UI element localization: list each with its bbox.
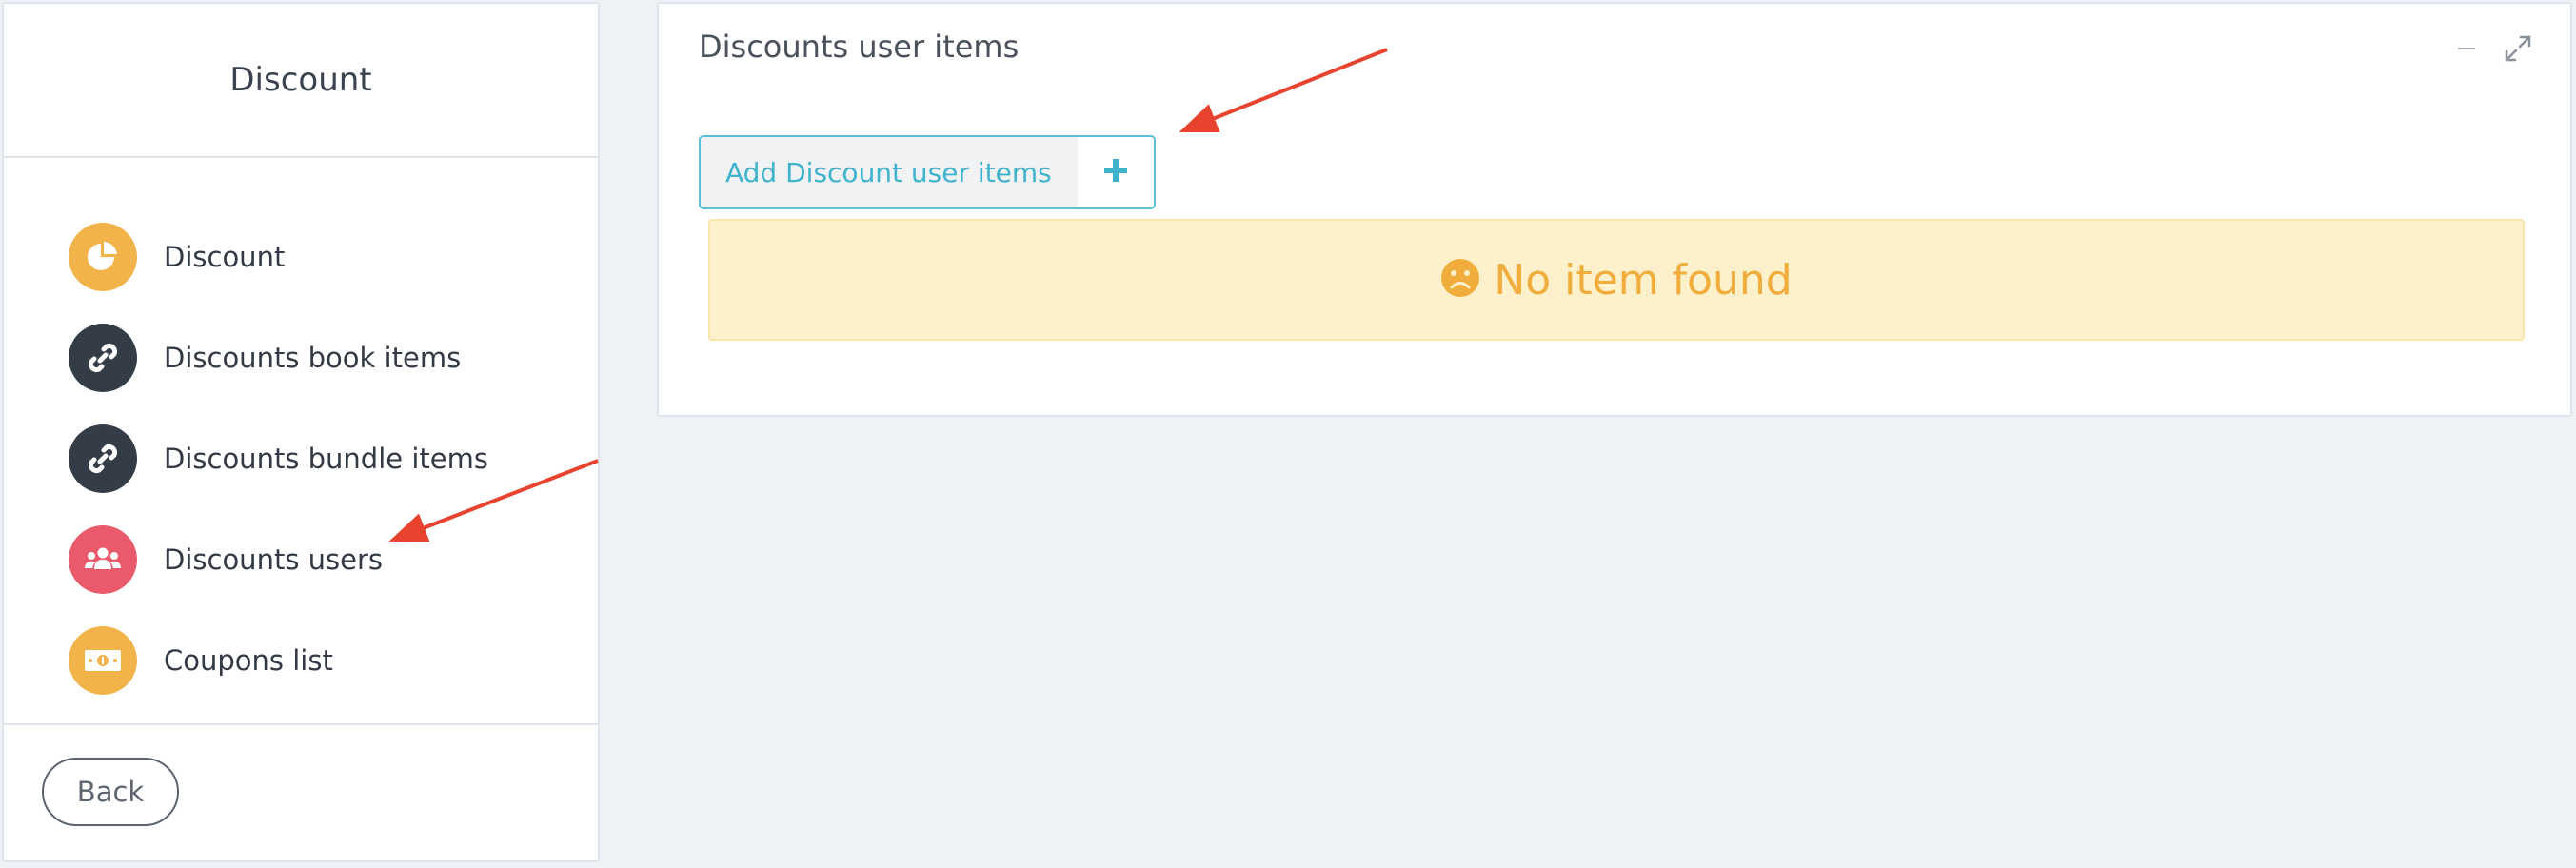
pie-chart-icon [69,223,137,291]
sidebar-header: Discount [4,4,598,158]
sidebar-item-label: Discount [164,241,286,273]
link-icon [69,324,137,392]
empty-state-message: No item found [1494,255,1793,305]
sad-face-icon [1440,258,1480,302]
sidebar-footer: Back [4,725,598,826]
link-icon [69,424,137,493]
add-plus-button[interactable] [1078,137,1154,207]
sidebar-card: Discount Discount Discounts book items D… [2,2,600,862]
panel-title: Discounts user items [699,29,1020,65]
sidebar-item-label: Discounts users [164,543,384,576]
empty-state-alert: No item found [708,219,2525,341]
minimize-icon[interactable] [2452,34,2481,63]
sidebar-title: Discount [229,61,372,99]
sidebar-menu: Discount Discounts book items Discounts … [4,158,598,725]
sidebar-item-label: Coupons list [164,644,333,677]
sidebar-item-coupons-list[interactable]: Coupons list [4,610,598,711]
plus-icon [1102,157,1129,187]
add-discount-user-items-button-group: Add Discount user items [699,135,1156,209]
sidebar-item-discounts-users[interactable]: Discounts users [4,509,598,610]
sidebar-item-discount[interactable]: Discount [4,207,598,307]
sidebar-item-discounts-bundle-items[interactable]: Discounts bundle items [4,408,598,509]
back-button[interactable]: Back [42,758,179,826]
sidebar-item-label: Discounts bundle items [164,443,488,475]
sidebar-item-discounts-book-items[interactable]: Discounts book items [4,307,598,408]
panel-tools [2452,34,2532,63]
money-icon [69,626,137,695]
add-discount-user-items-button[interactable]: Add Discount user items [701,137,1078,207]
users-icon [69,525,137,594]
sidebar-item-label: Discounts book items [164,342,462,374]
discount-user-items-panel: Discounts user items Add Discount user i… [657,2,2572,417]
expand-icon[interactable] [2504,34,2532,63]
